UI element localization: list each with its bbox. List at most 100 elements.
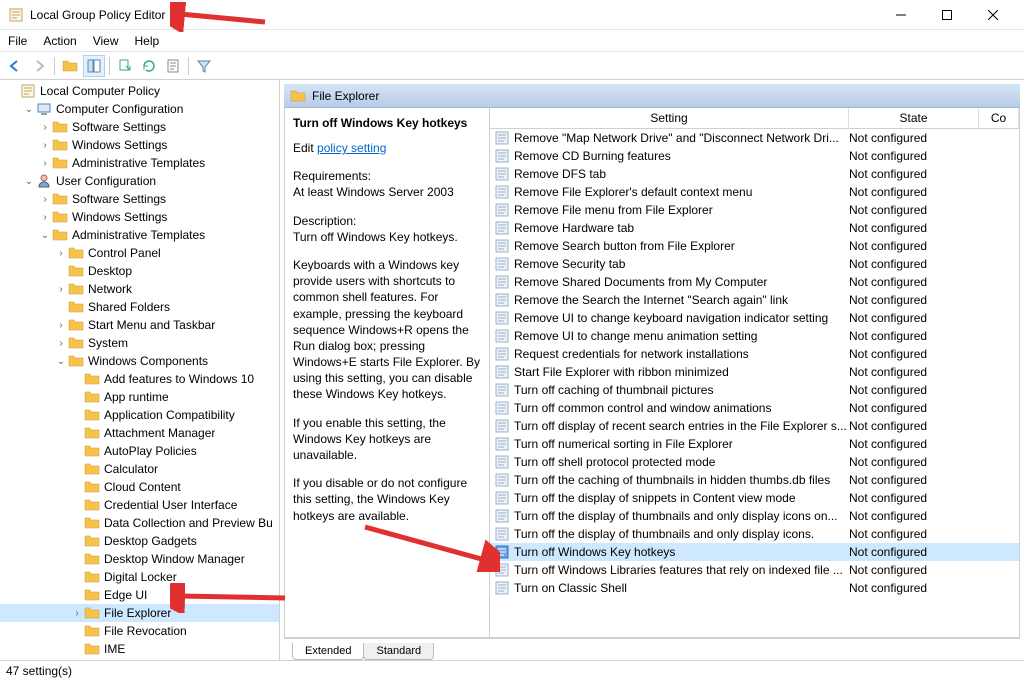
tree-node[interactable]: AutoPlay Policies — [0, 442, 279, 460]
collapse-icon[interactable]: ⌄ — [22, 176, 36, 187]
expand-icon[interactable]: › — [54, 338, 68, 349]
setting-row[interactable]: Remove File Explorer's default context m… — [490, 183, 1019, 201]
tree-node[interactable]: Edge UI — [0, 586, 279, 604]
menu-file[interactable]: File — [8, 34, 27, 48]
setting-row[interactable]: Request credentials for network installa… — [490, 345, 1019, 363]
setting-row[interactable]: Remove UI to change keyboard navigation … — [490, 309, 1019, 327]
setting-row[interactable]: Remove UI to change menu animation setti… — [490, 327, 1019, 345]
settings-list[interactable]: Setting State Co Remove "Map Network Dri… — [490, 108, 1019, 637]
minimize-button[interactable] — [878, 0, 924, 30]
setting-row[interactable]: Remove CD Burning featuresNot configured — [490, 147, 1019, 165]
export-list-button[interactable] — [114, 55, 136, 77]
setting-row[interactable]: Remove Search button from File ExplorerN… — [490, 237, 1019, 255]
setting-row[interactable]: Turn off the caching of thumbnails in hi… — [490, 471, 1019, 489]
tree-node[interactable]: ›Administrative Templates — [0, 154, 279, 172]
setting-row[interactable]: Turn off display of recent search entrie… — [490, 417, 1019, 435]
expand-icon[interactable]: › — [54, 284, 68, 295]
edit-policy-link[interactable]: policy setting — [317, 141, 386, 155]
filter-button[interactable] — [193, 55, 215, 77]
expand-icon[interactable]: › — [70, 608, 84, 619]
setting-row[interactable]: Remove "Map Network Drive" and "Disconne… — [490, 129, 1019, 147]
tree-node[interactable]: Desktop Window Manager — [0, 550, 279, 568]
collapse-icon[interactable]: ⌄ — [54, 356, 68, 367]
folder-toolbar-icon[interactable] — [59, 55, 81, 77]
tree-node[interactable]: App runtime — [0, 388, 279, 406]
tree-node[interactable]: Credential User Interface — [0, 496, 279, 514]
show-hide-tree-button[interactable] — [83, 55, 105, 77]
expand-icon[interactable]: › — [38, 212, 52, 223]
tree-node[interactable]: Application Compatibility — [0, 406, 279, 424]
tree-node[interactable]: Calculator — [0, 460, 279, 478]
tree-node[interactable]: ›Windows Settings — [0, 136, 279, 154]
tree-node[interactable]: Cloud Content — [0, 478, 279, 496]
tree-node[interactable]: Local Computer Policy — [0, 82, 279, 100]
collapse-icon[interactable]: ⌄ — [22, 104, 36, 115]
setting-row[interactable]: Turn off caching of thumbnail picturesNo… — [490, 381, 1019, 399]
tree-node[interactable]: ›Control Panel — [0, 244, 279, 262]
expand-icon[interactable]: › — [54, 248, 68, 259]
tree-node[interactable]: ⌄Administrative Templates — [0, 226, 279, 244]
tree-node[interactable]: ›Start Menu and Taskbar — [0, 316, 279, 334]
setting-row[interactable]: Turn on Classic ShellNot configured — [490, 579, 1019, 597]
tab-standard[interactable]: Standard — [363, 643, 434, 660]
tree-node[interactable]: IME — [0, 640, 279, 658]
tree-node[interactable]: Data Collection and Preview Bu — [0, 514, 279, 532]
properties-button[interactable] — [162, 55, 184, 77]
setting-row[interactable]: Remove Shared Documents from My Computer… — [490, 273, 1019, 291]
tab-extended[interactable]: Extended — [292, 643, 364, 660]
setting-row[interactable]: Turn off Windows Libraries features that… — [490, 561, 1019, 579]
column-comment[interactable]: Co — [979, 108, 1019, 128]
folder-icon — [52, 155, 68, 171]
setting-row[interactable]: Remove the Search the Internet "Search a… — [490, 291, 1019, 309]
menu-help[interactable]: Help — [135, 34, 160, 48]
tree-node[interactable]: ›Network — [0, 280, 279, 298]
back-button[interactable] — [4, 55, 26, 77]
setting-row[interactable]: Turn off the display of thumbnails and o… — [490, 507, 1019, 525]
tree-node[interactable]: Attachment Manager — [0, 424, 279, 442]
close-button[interactable] — [970, 0, 1016, 30]
column-setting[interactable]: Setting — [490, 108, 849, 128]
setting-row[interactable]: Turn off Windows Key hotkeysNot configur… — [490, 543, 1019, 561]
expand-icon[interactable]: › — [54, 320, 68, 331]
expand-icon[interactable]: › — [38, 140, 52, 151]
tree-node[interactable]: Shared Folders — [0, 298, 279, 316]
forward-button[interactable] — [28, 55, 50, 77]
expand-icon[interactable]: › — [38, 158, 52, 169]
setting-row[interactable]: Turn off the display of snippets in Cont… — [490, 489, 1019, 507]
setting-row[interactable]: Turn off common control and window anima… — [490, 399, 1019, 417]
tree-node[interactable]: Digital Locker — [0, 568, 279, 586]
expand-icon[interactable]: › — [38, 194, 52, 205]
scope-tree[interactable]: Local Computer Policy⌄Computer Configura… — [0, 80, 280, 660]
menu-action[interactable]: Action — [43, 34, 76, 48]
tree-node[interactable]: ›Software Settings — [0, 118, 279, 136]
content-header-title: File Explorer — [312, 89, 379, 103]
tree-node[interactable]: File Revocation — [0, 622, 279, 640]
tree-node[interactable]: ›Windows Settings — [0, 208, 279, 226]
tree-node[interactable]: ⌄User Configuration — [0, 172, 279, 190]
tree-node[interactable]: ⌄Computer Configuration — [0, 100, 279, 118]
setting-row[interactable]: Remove Hardware tabNot configured — [490, 219, 1019, 237]
maximize-button[interactable] — [924, 0, 970, 30]
gpo-icon — [20, 83, 36, 99]
tree-node[interactable]: ›File Explorer — [0, 604, 279, 622]
setting-row[interactable]: Turn off the display of thumbnails and o… — [490, 525, 1019, 543]
setting-row[interactable]: Remove File menu from File ExplorerNot c… — [490, 201, 1019, 219]
tree-node[interactable]: ›System — [0, 334, 279, 352]
setting-state: Not configured — [849, 149, 979, 163]
tree-node[interactable]: Add features to Windows 10 — [0, 370, 279, 388]
folder-icon — [84, 389, 100, 405]
tree-node[interactable]: Desktop Gadgets — [0, 532, 279, 550]
setting-row[interactable]: Turn off shell protocol protected modeNo… — [490, 453, 1019, 471]
tree-node[interactable]: ›Software Settings — [0, 190, 279, 208]
setting-row[interactable]: Start File Explorer with ribbon minimize… — [490, 363, 1019, 381]
setting-row[interactable]: Remove DFS tabNot configured — [490, 165, 1019, 183]
tree-node[interactable]: ⌄Windows Components — [0, 352, 279, 370]
expand-icon[interactable]: › — [38, 122, 52, 133]
menu-view[interactable]: View — [93, 34, 119, 48]
column-state[interactable]: State — [849, 108, 979, 128]
tree-node[interactable]: Desktop — [0, 262, 279, 280]
setting-row[interactable]: Remove Security tabNot configured — [490, 255, 1019, 273]
setting-row[interactable]: Turn off numerical sorting in File Explo… — [490, 435, 1019, 453]
refresh-button[interactable] — [138, 55, 160, 77]
collapse-icon[interactable]: ⌄ — [38, 230, 52, 241]
